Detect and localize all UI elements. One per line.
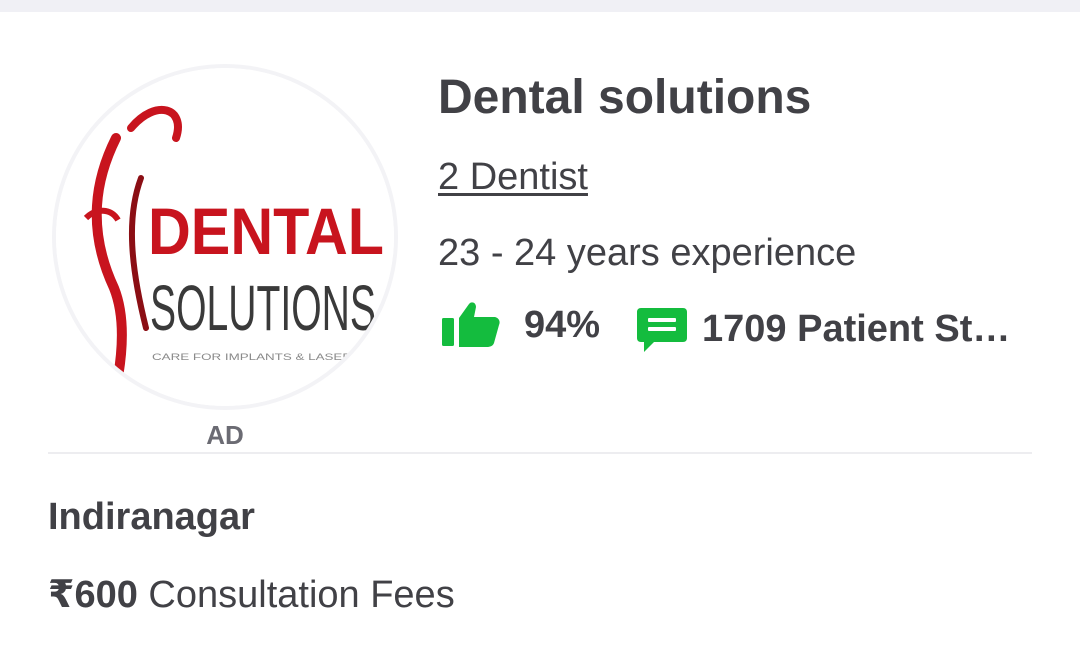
patient-stories-link[interactable]: 1709 Patient Stories bbox=[702, 308, 1020, 351]
dental-solutions-logo: DENTAL SOLUTIONS CARE FOR IMPLANTS & LAS… bbox=[56, 68, 394, 406]
fees-amount: ₹600 bbox=[48, 574, 138, 616]
logo-tagline: CARE FOR IMPLANTS & LASER bbox=[152, 352, 353, 362]
ad-badge: AD bbox=[206, 420, 244, 450]
recommendation-percent: 94% bbox=[524, 304, 601, 346]
clinic-locality: Indiranagar bbox=[48, 496, 255, 538]
fees-label: Consultation Fees bbox=[148, 574, 455, 616]
section-divider bbox=[48, 452, 1032, 454]
clinic-logo[interactable]: DENTAL SOLUTIONS CARE FOR IMPLANTS & LAS… bbox=[52, 64, 398, 410]
thumbs-up-icon bbox=[442, 302, 500, 347]
speciality-link[interactable]: 2 Dentist bbox=[438, 156, 588, 199]
logo-text-dental: DENTAL bbox=[148, 194, 384, 268]
chat-bubble-icon bbox=[637, 308, 687, 352]
clinic-logo-image: DENTAL SOLUTIONS CARE FOR IMPLANTS & LAS… bbox=[56, 68, 394, 406]
experience-text: 23 - 24 years experience bbox=[438, 232, 857, 274]
clinic-name[interactable]: Dental solutions bbox=[438, 70, 811, 125]
clinic-stats: 94% 1709 Patient Stories bbox=[440, 298, 1040, 354]
top-separator-strip bbox=[0, 0, 1080, 12]
logo-text-solutions: SOLUTIONS bbox=[150, 272, 376, 344]
consultation-fees: ₹600 Consultation Fees bbox=[48, 572, 455, 617]
